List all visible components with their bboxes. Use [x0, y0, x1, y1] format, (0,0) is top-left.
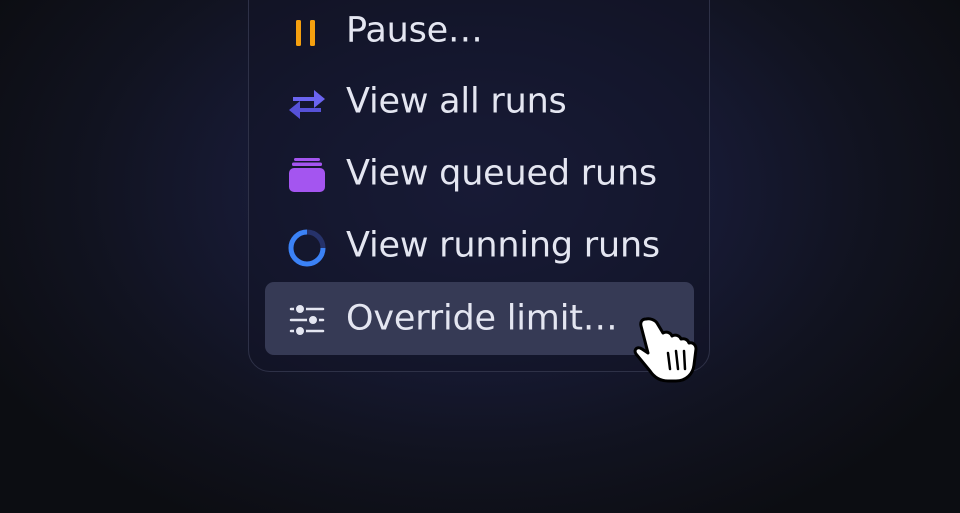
- menu-item-label: Pause…: [346, 10, 483, 51]
- progress-ring-icon: [287, 228, 327, 268]
- menu-item-label: View all runs: [346, 81, 567, 122]
- sliders-icon: [287, 300, 327, 340]
- hand-pointer-cursor-icon: [630, 313, 702, 385]
- menu-item-label: View queued runs: [346, 153, 657, 194]
- menu-item-view-running-runs[interactable]: View running runs: [265, 210, 694, 282]
- stack-icon: [287, 156, 327, 196]
- menu-item-label: View running runs: [346, 225, 660, 266]
- menu-item-label: Override limit…: [346, 298, 618, 338]
- pause-icon: [287, 13, 327, 53]
- arrows-swap-icon: [287, 84, 327, 124]
- menu-item-view-all-runs[interactable]: View all runs: [265, 66, 694, 138]
- menu-item-view-queued-runs[interactable]: View queued runs: [265, 138, 694, 210]
- menu-item-pause[interactable]: Pause…: [265, 0, 694, 67]
